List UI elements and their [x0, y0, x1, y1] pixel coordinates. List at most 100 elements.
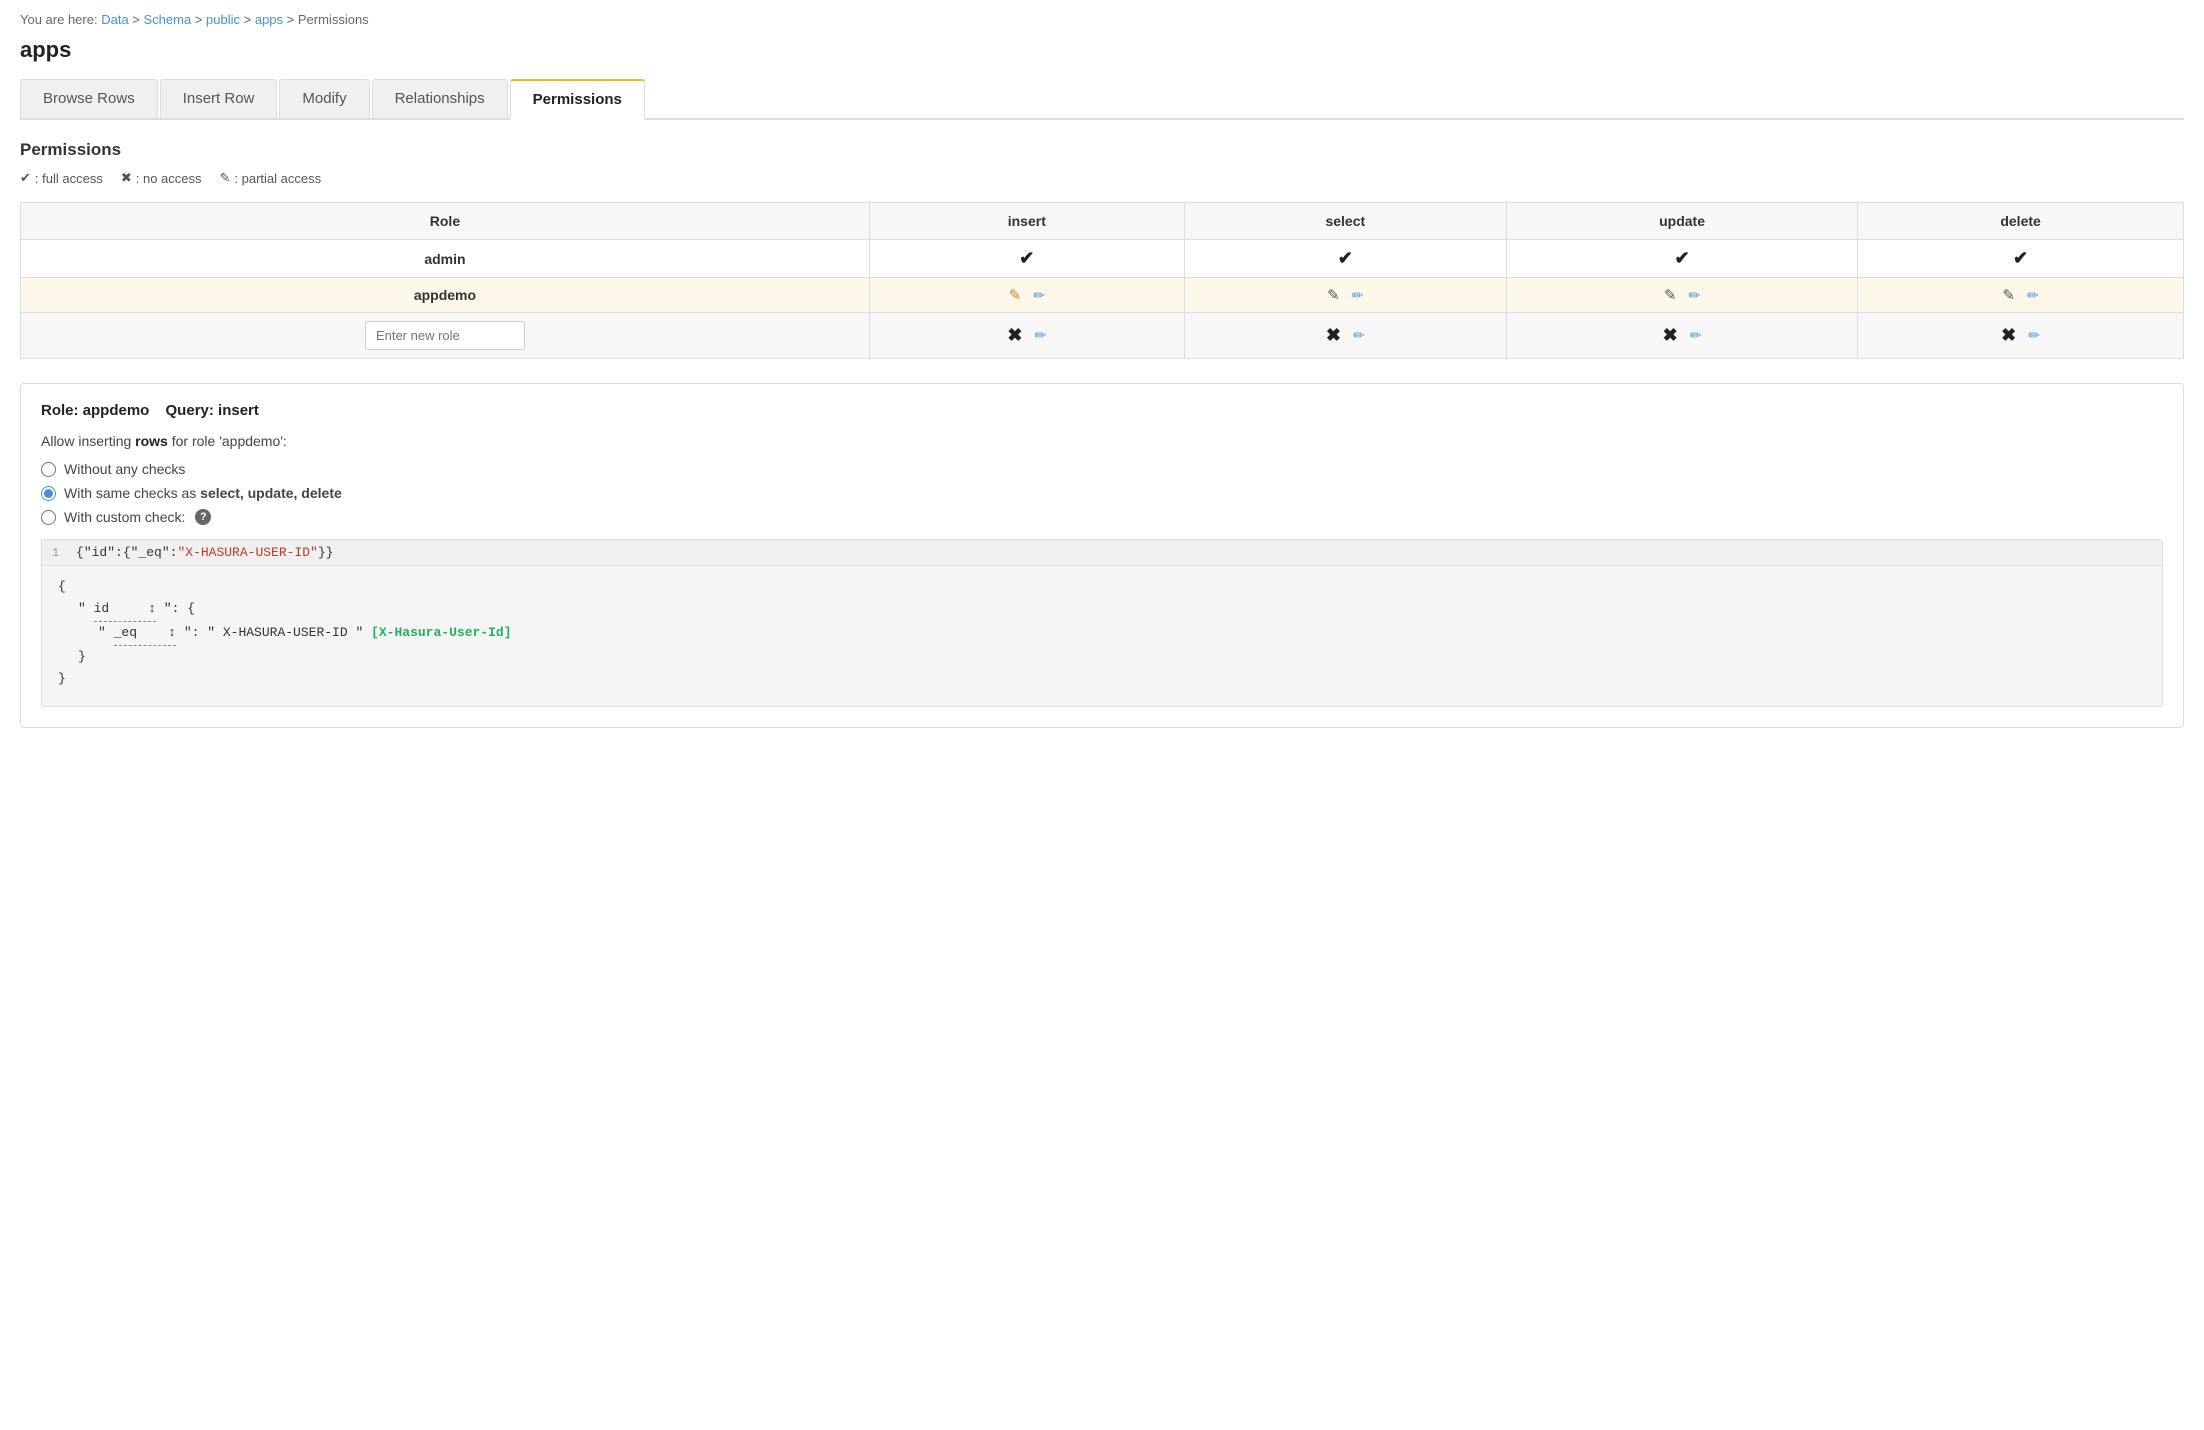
tab-insert-row[interactable]: Insert Row — [160, 79, 278, 118]
partial-edit-icon-gray-update[interactable]: ✎ — [1664, 286, 1677, 304]
allow-text: Allow inserting rows for role 'appdemo': — [41, 433, 2163, 449]
code-id-key: "id":{ — [84, 545, 131, 560]
new-role-delete: ✖ ✏ — [1858, 313, 2184, 359]
col-header-select: select — [1184, 203, 1506, 240]
breadcrumb-link-data[interactable]: Data — [101, 12, 128, 27]
partial-edit-icon-gray-delete[interactable]: ✎ — [2002, 286, 2015, 304]
partial-edit-icon-gray-select[interactable]: ✎ — [1327, 286, 1340, 304]
tabs-bar: Browse Rows Insert Row Modify Relationsh… — [20, 79, 2184, 120]
field-id: id ↕ — [94, 598, 156, 622]
code-area: 1 { "id":{ "_eq": "X-HASURA-USER-ID" }} … — [41, 539, 2163, 707]
radio-group: Without any checks With same checks as s… — [41, 461, 2163, 525]
legend-no-access-text: : no access — [136, 171, 202, 186]
cross-mark-update: ✖ — [1663, 325, 1678, 346]
edit-icon-blue-update[interactable]: ✏ — [1688, 287, 1700, 304]
breadcrumb: You are here: Data > Schema > public > a… — [20, 12, 2184, 27]
query-panel: Role: appdemo Query: insert Allow insert… — [20, 383, 2184, 728]
new-role-select: ✖ ✏ — [1184, 313, 1506, 359]
col-header-role: Role — [21, 203, 870, 240]
allow-text-bold: rows — [135, 433, 168, 449]
hasura-tag: [X-Hasura-User-Id] — [371, 625, 511, 640]
cross-mark-delete: ✖ — [2001, 325, 2016, 346]
new-role-input[interactable] — [365, 321, 525, 350]
edit-icon-new-delete[interactable]: ✏ — [2028, 327, 2040, 344]
radio-no-checks-input[interactable] — [41, 462, 56, 477]
admin-select: ✔ — [1184, 240, 1506, 278]
tab-relationships[interactable]: Relationships — [372, 79, 508, 118]
radio-no-checks: Without any checks — [41, 461, 2163, 477]
radio-same-checks-bold: select, update, delete — [200, 485, 342, 501]
appdemo-update-cell: ✎ ✏ — [1517, 286, 1847, 304]
query-panel-role: Role: appdemo — [41, 402, 149, 419]
query-panel-header: Role: appdemo Query: insert — [41, 402, 2163, 419]
radio-same-checks: With same checks as select, update, dele… — [41, 485, 2163, 501]
code-line-1: 1 { "id":{ "_eq": "X-HASURA-USER-ID" }} — [42, 540, 2162, 566]
line-number: 1 — [52, 546, 76, 560]
permissions-section: Permissions ✔ : full access ✖ : no acces… — [20, 140, 2184, 359]
breadcrumb-current: Permissions — [298, 12, 369, 27]
appdemo-select: ✎ ✏ — [1184, 278, 1506, 313]
cross-icon: ✖ — [121, 170, 132, 186]
radio-custom-check: With custom check: ? — [41, 509, 2163, 525]
legend-full-access: ✔ : full access — [20, 170, 103, 186]
radio-custom-check-label: With custom check: — [64, 509, 185, 525]
breadcrumb-link-apps[interactable]: apps — [255, 12, 283, 27]
code-eq-key: "_eq": — [131, 545, 178, 560]
code-string-value: "X-HASURA-USER-ID" — [177, 545, 317, 560]
edit-icon-new-select[interactable]: ✏ — [1353, 327, 1365, 344]
tab-modify[interactable]: Modify — [279, 79, 369, 118]
page-title: apps — [20, 37, 2184, 63]
partial-icon: ✎ — [220, 170, 231, 186]
admin-update: ✔ — [1506, 240, 1857, 278]
code-brace-open: { — [76, 545, 84, 560]
tab-permissions[interactable]: Permissions — [510, 79, 645, 120]
code-body-line-eq: " _eq ↕ ": " X-HASURA-USER-ID " [X-Hasur… — [58, 622, 2146, 646]
radio-no-checks-label: Without any checks — [64, 461, 185, 477]
edit-icon-blue-insert[interactable]: ✏ — [1033, 287, 1045, 304]
breadcrumb-link-public[interactable]: public — [206, 12, 240, 27]
legend-partial-access: ✎ : partial access — [220, 170, 322, 186]
help-icon[interactable]: ? — [195, 509, 211, 525]
code-body-line-open: { — [58, 576, 2146, 598]
appdemo-insert: ✎ ✏ — [869, 278, 1184, 313]
edit-icon-new-insert[interactable]: ✏ — [1034, 327, 1046, 344]
radio-same-checks-label: With same checks as select, update, dele… — [64, 485, 342, 501]
admin-insert: ✔ — [869, 240, 1184, 278]
appdemo-insert-cell: ✎ ✏ — [880, 286, 1174, 304]
legend-no-access: ✖ : no access — [121, 170, 202, 186]
breadcrumb-link-schema[interactable]: Schema — [144, 12, 192, 27]
appdemo-delete-cell: ✎ ✏ — [1868, 286, 2173, 304]
code-body-close-outer: } — [58, 668, 2146, 690]
cross-mark-select: ✖ — [1326, 325, 1341, 346]
new-role-cell — [21, 313, 870, 359]
legend-partial-access-text: : partial access — [234, 171, 321, 186]
edit-icon-blue-select[interactable]: ✏ — [1352, 287, 1364, 304]
col-header-insert: insert — [869, 203, 1184, 240]
code-close-braces: }} — [318, 545, 334, 560]
table-row-appdemo: appdemo ✎ ✏ ✎ ✏ — [21, 278, 2184, 313]
radio-custom-check-input[interactable] — [41, 510, 56, 525]
table-row-new-role: ✖ ✏ ✖ ✏ ✖ ✏ — [21, 313, 2184, 359]
edit-icon-new-update[interactable]: ✏ — [1690, 327, 1702, 344]
admin-delete: ✔ — [1858, 240, 2184, 278]
appdemo-select-cell: ✎ ✏ — [1195, 286, 1496, 304]
appdemo-delete: ✎ ✏ — [1858, 278, 2184, 313]
legend-full-access-text: : full access — [35, 171, 103, 186]
new-role-insert: ✖ ✏ — [869, 313, 1184, 359]
tab-browse-rows[interactable]: Browse Rows — [20, 79, 158, 118]
new-role-update: ✖ ✏ — [1506, 313, 1857, 359]
col-header-delete: delete — [1858, 203, 2184, 240]
code-body-line-id: " id ↕ ": { — [58, 598, 2146, 622]
code-body-close-inner: } — [58, 646, 2146, 668]
appdemo-update: ✎ ✏ — [1506, 278, 1857, 313]
partial-edit-icon-orange[interactable]: ✎ — [1009, 286, 1022, 304]
role-name-appdemo: appdemo — [21, 278, 870, 313]
edit-icon-blue-delete[interactable]: ✏ — [2027, 287, 2039, 304]
radio-same-checks-input[interactable] — [41, 486, 56, 501]
permissions-table: Role insert select update delete admin ✔… — [20, 202, 2184, 359]
table-row-admin: admin ✔ ✔ ✔ ✔ — [21, 240, 2184, 278]
check-icon: ✔ — [20, 170, 31, 186]
field-eq: _eq ↕ — [114, 622, 176, 646]
role-name-admin: admin — [21, 240, 870, 278]
permissions-legend: ✔ : full access ✖ : no access ✎ : partia… — [20, 170, 2184, 186]
